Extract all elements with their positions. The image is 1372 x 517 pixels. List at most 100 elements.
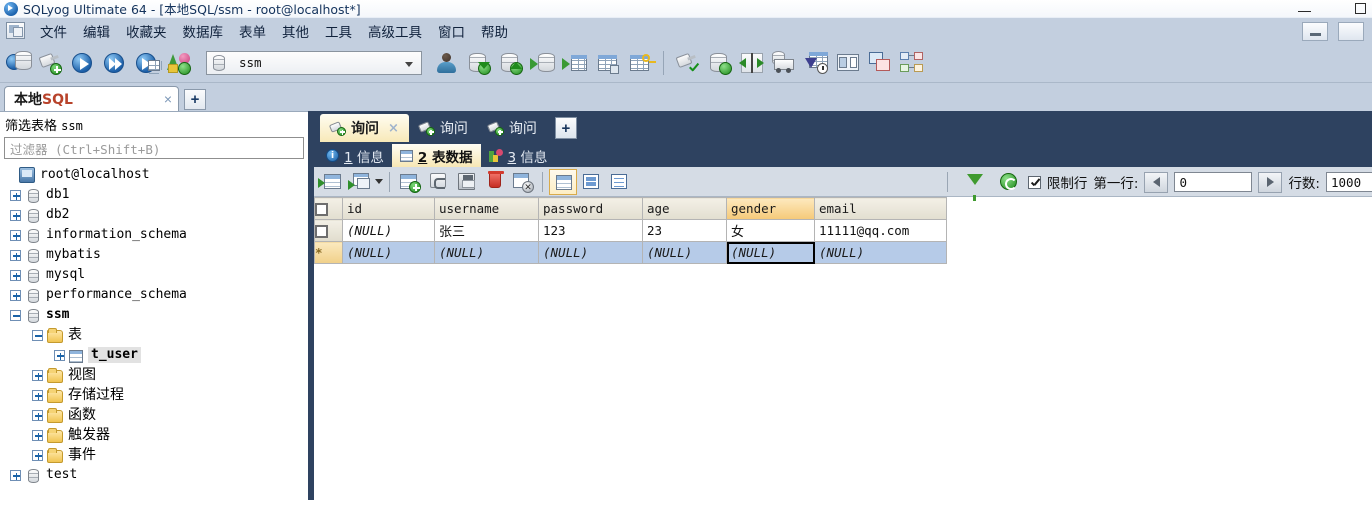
column-header-email[interactable]: email [814, 197, 947, 220]
cell-gender[interactable]: (NULL) [726, 241, 815, 264]
expander-icon[interactable] [10, 249, 21, 261]
grid-designer-icon[interactable] [865, 48, 895, 78]
tree-item-functions-folder[interactable]: 函数 [0, 405, 308, 425]
tree-item-events-folder[interactable]: 事件 [0, 445, 308, 465]
grid-view-icon[interactable] [549, 168, 577, 195]
cell-age[interactable]: 23 [642, 219, 727, 242]
expander-icon[interactable] [32, 369, 43, 381]
create-table-icon[interactable] [592, 48, 622, 78]
er-diagram-icon[interactable] [897, 48, 927, 78]
mdi-minimize-button[interactable] [1302, 22, 1328, 41]
tree-item-root[interactable]: root@localhost [0, 165, 308, 185]
next-page-button[interactable] [1258, 171, 1283, 193]
expander-icon[interactable] [32, 329, 43, 341]
window-maximize-button[interactable] [1355, 3, 1366, 14]
query-tab-2[interactable]: 询问 [409, 114, 478, 142]
expander-icon[interactable] [10, 189, 21, 201]
cell-email[interactable]: (NULL) [814, 241, 947, 264]
cell-username[interactable]: 张三 [434, 219, 539, 242]
discard-changes-icon[interactable]: ✕ [508, 169, 536, 195]
expander-icon[interactable] [10, 309, 21, 321]
window-minimize-button[interactable] [1298, 10, 1311, 13]
filter-input[interactable]: 过滤器 (Ctrl+Shift+B) [4, 137, 304, 159]
tab-info-1[interactable]: i 1 信息 [318, 144, 392, 167]
tree-item-test[interactable]: test [0, 465, 308, 485]
first-row-input[interactable]: 0 [1174, 172, 1253, 192]
expander-icon[interactable] [54, 349, 65, 361]
mdi-restore-button[interactable] [1338, 22, 1364, 41]
chevron-down-icon[interactable] [405, 61, 413, 67]
manage-index-icon[interactable] [624, 48, 656, 78]
cell-id[interactable]: (NULL) [342, 219, 435, 242]
export-table-icon[interactable] [560, 48, 590, 78]
refresh-data-icon[interactable] [424, 169, 452, 195]
tree-item-performance-schema[interactable]: performance_schema [0, 285, 308, 305]
migrate-icon[interactable] [769, 48, 799, 78]
menu-help[interactable]: 帮助 [473, 19, 516, 43]
execute-query-icon[interactable] [68, 48, 98, 78]
export-grid-icon[interactable] [318, 169, 346, 195]
column-header-id[interactable]: id [342, 197, 435, 220]
close-icon[interactable]: × [388, 121, 399, 136]
add-workspace-tab-button[interactable]: + [184, 89, 206, 110]
menu-tools[interactable]: 工具 [317, 19, 360, 43]
tree-item-t-user[interactable]: t_user [0, 345, 308, 365]
user-manager-icon[interactable] [432, 48, 462, 78]
chevron-down-icon[interactable] [375, 179, 383, 184]
column-header-gender[interactable]: gender [726, 197, 815, 220]
table-row[interactable]: * (NULL) (NULL) (NULL) (NULL) (NULL) (NU… [314, 241, 947, 264]
expander-icon[interactable] [10, 269, 21, 281]
tree-item-information-schema[interactable]: information_schema [0, 225, 308, 245]
menu-window[interactable]: 窗口 [430, 19, 473, 43]
expander-icon[interactable] [10, 469, 21, 481]
expander-icon[interactable] [10, 209, 21, 221]
menu-favorites[interactable]: 收藏夹 [118, 19, 175, 43]
execute-all-queries-icon[interactable] [100, 48, 130, 78]
select-all-checkbox[interactable] [315, 203, 328, 216]
prev-page-button[interactable] [1144, 171, 1169, 193]
menu-database[interactable]: 数据库 [175, 19, 232, 43]
new-connection-icon[interactable] [4, 48, 34, 78]
query-tab-3[interactable]: 询问 [478, 114, 547, 142]
delete-row-icon[interactable] [480, 169, 508, 195]
expander-icon[interactable] [32, 429, 43, 441]
backup-database-icon[interactable] [464, 48, 494, 78]
open-in-window-icon[interactable] [346, 169, 374, 195]
expander-icon[interactable] [10, 289, 21, 301]
table-row[interactable]: (NULL) 张三 123 23 女 11111@qq.com [314, 219, 947, 242]
refresh-icon[interactable] [994, 169, 1022, 195]
compare-icon[interactable] [737, 48, 767, 78]
cell-id[interactable]: (NULL) [342, 241, 435, 264]
query-tab-1[interactable]: 询问 × [320, 114, 409, 142]
row-select-checkbox-cell[interactable] [314, 219, 343, 242]
tab-info-3[interactable]: 3 信息 [481, 144, 556, 167]
sync-objects-icon[interactable] [164, 48, 194, 78]
form-view-icon[interactable] [577, 169, 605, 195]
tree-item-db1[interactable]: db1 [0, 185, 308, 205]
expander-icon[interactable] [32, 409, 43, 421]
save-changes-icon[interactable] [452, 169, 480, 195]
column-header-username[interactable]: username [434, 197, 539, 220]
select-all-checkbox-cell[interactable] [314, 197, 343, 220]
database-selector[interactable]: ssm [206, 50, 422, 75]
sync-data-icon[interactable] [705, 48, 735, 78]
tree-item-ssm[interactable]: ssm [0, 305, 308, 325]
cell-gender[interactable]: 女 [726, 219, 815, 242]
menu-other[interactable]: 其他 [274, 19, 317, 43]
add-row-icon[interactable] [396, 169, 424, 195]
expander-icon[interactable] [32, 389, 43, 401]
column-header-age[interactable]: age [642, 197, 727, 220]
expander-icon[interactable] [10, 229, 21, 241]
add-query-tab-button[interactable]: + [554, 117, 577, 139]
cell-password[interactable]: (NULL) [538, 241, 643, 264]
close-icon[interactable]: × [164, 91, 172, 107]
tree-item-tables-folder[interactable]: 表 [0, 325, 308, 345]
restore-database-icon[interactable] [496, 48, 526, 78]
workspace-tab-local-sql[interactable]: 本地SQL × [4, 86, 179, 111]
scheduled-backup-icon[interactable] [801, 48, 831, 78]
execute-query-new-tab-icon[interactable] [132, 48, 162, 78]
tree-item-procedures-folder[interactable]: 存储过程 [0, 385, 308, 405]
tab-table-data[interactable]: 2 表数据 [391, 144, 481, 167]
cell-password[interactable]: 123 [538, 219, 643, 242]
tree-item-mysql[interactable]: mysql [0, 265, 308, 285]
